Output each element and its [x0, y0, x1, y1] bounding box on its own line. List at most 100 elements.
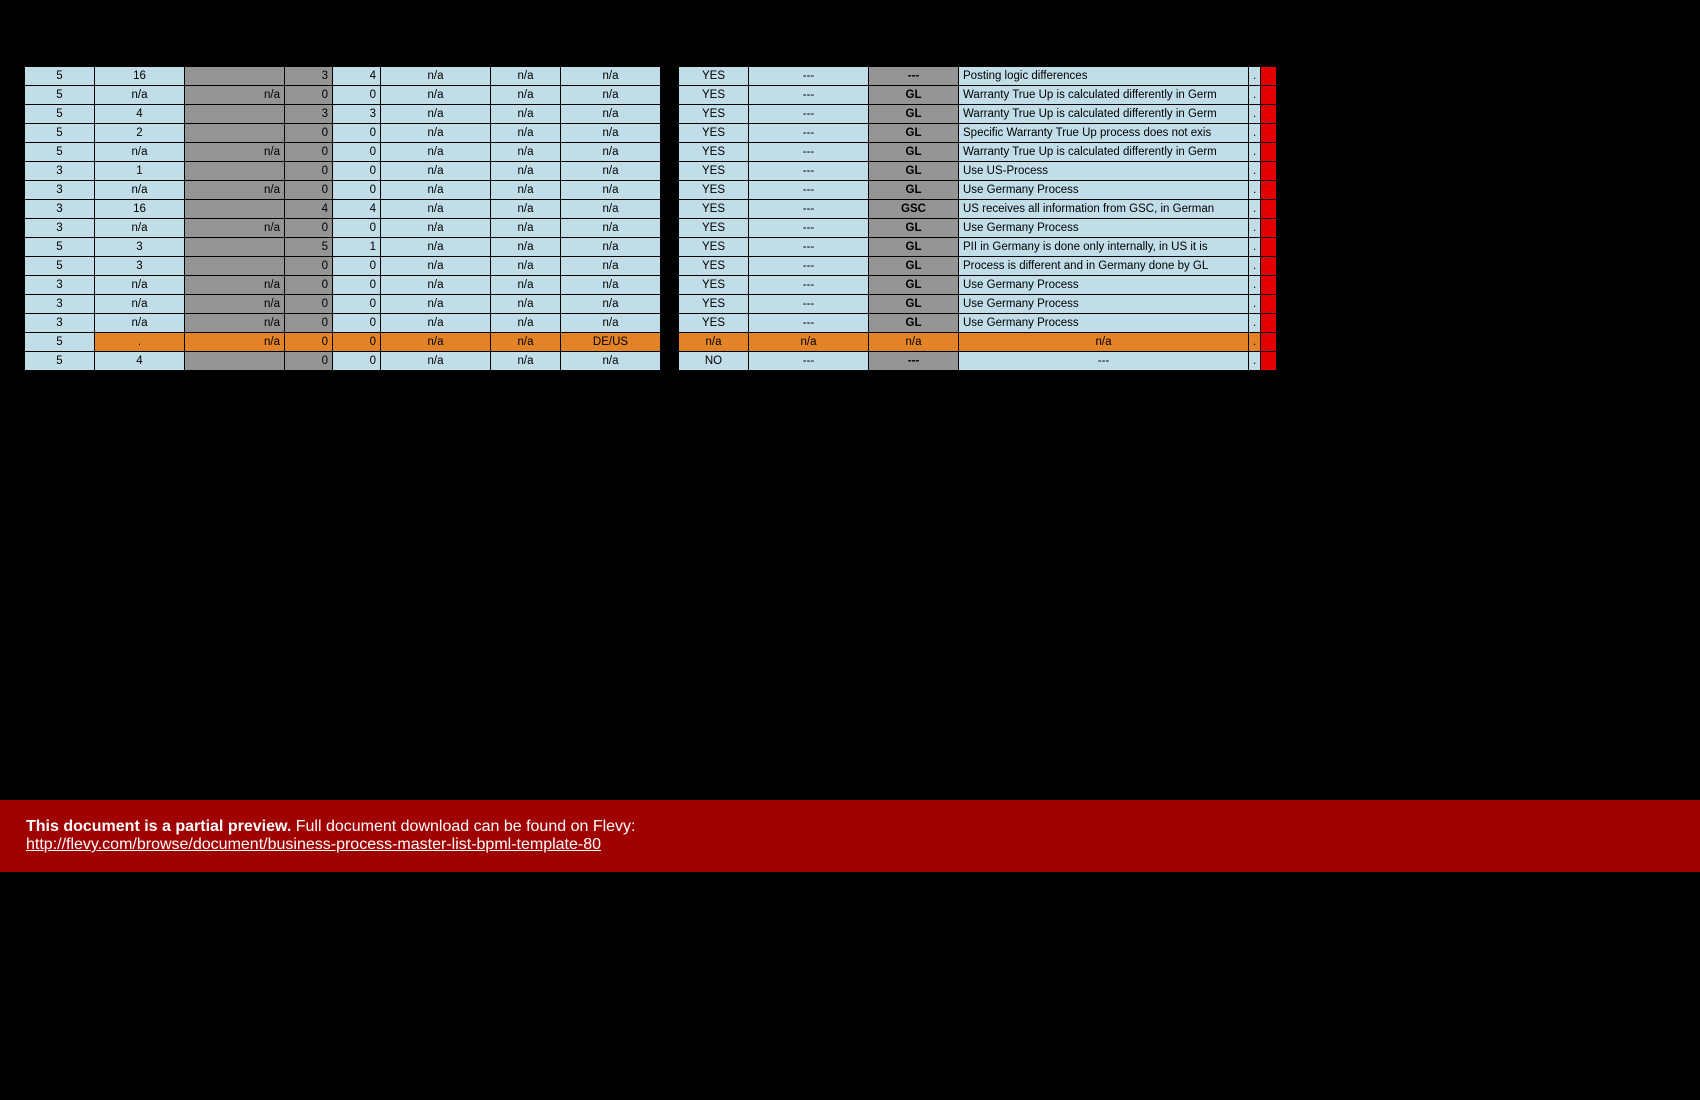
cell: 3 [95, 257, 185, 276]
cell: n/a [561, 276, 661, 295]
cell: n/a [381, 124, 491, 143]
cell: . [95, 333, 185, 352]
table-row: 5.n/a00n/an/aDE/USn/an/an/an/a. [25, 333, 1277, 352]
cell: n/a [561, 105, 661, 124]
cell: 4 [95, 352, 185, 371]
cell: n/a [561, 200, 661, 219]
cell [185, 124, 285, 143]
cell: 3 [285, 105, 333, 124]
table-row: 5n/an/a00n/an/an/aYES---GLWarranty True … [25, 86, 1277, 105]
cell [1261, 105, 1277, 124]
table-row: 5433n/an/an/aYES---GLWarranty True Up is… [25, 105, 1277, 124]
cell: 0 [285, 124, 333, 143]
cell: n/a [381, 238, 491, 257]
cell: 0 [333, 219, 381, 238]
cell: --- [959, 352, 1249, 371]
cell: n/a [561, 314, 661, 333]
cell: Use Germany Process [959, 276, 1249, 295]
cell: 16 [95, 67, 185, 86]
cell: n/a [381, 200, 491, 219]
cell: n/a [381, 162, 491, 181]
table-row: 3n/an/a00n/an/an/aYES---GLUse Germany Pr… [25, 181, 1277, 200]
cell: n/a [185, 333, 285, 352]
cell: --- [749, 238, 869, 257]
cell: n/a [491, 124, 561, 143]
cell: 3 [95, 238, 185, 257]
cell: n/a [491, 238, 561, 257]
cell: GL [869, 295, 959, 314]
cell: n/a [95, 86, 185, 105]
cell [661, 105, 679, 124]
cell: YES [679, 238, 749, 257]
cell [185, 238, 285, 257]
cell: n/a [491, 276, 561, 295]
cell: --- [869, 352, 959, 371]
cell: n/a [561, 181, 661, 200]
cell: n/a [381, 333, 491, 352]
cell [1261, 200, 1277, 219]
cell [661, 67, 679, 86]
cell: n/a [491, 67, 561, 86]
cell: --- [749, 276, 869, 295]
banner-link[interactable]: http://flevy.com/browse/document/busines… [26, 836, 601, 853]
cell: n/a [491, 162, 561, 181]
cell: --- [749, 86, 869, 105]
cell [661, 143, 679, 162]
cell: n/a [491, 314, 561, 333]
cell: . [1249, 105, 1261, 124]
cell: 3 [25, 295, 95, 314]
cell: n/a [869, 333, 959, 352]
cell: . [1249, 276, 1261, 295]
cell: DE/US [561, 333, 661, 352]
cell [661, 238, 679, 257]
cell: n/a [561, 257, 661, 276]
cell: 5 [25, 143, 95, 162]
table-row: 5n/an/a00n/an/an/aYES---GLWarranty True … [25, 143, 1277, 162]
table-row: 51634n/an/an/aYES------Posting logic dif… [25, 67, 1277, 86]
cell: 0 [333, 257, 381, 276]
cell: --- [749, 143, 869, 162]
cell [661, 352, 679, 371]
cell [1261, 124, 1277, 143]
cell: n/a [679, 333, 749, 352]
cell [1261, 181, 1277, 200]
cell: 3 [25, 200, 95, 219]
cell: Warranty True Up is calculated different… [959, 86, 1249, 105]
cell: Use Germany Process [959, 181, 1249, 200]
banner-text: Full document download can be found on F… [296, 818, 636, 835]
cell: n/a [491, 200, 561, 219]
cell: Use Germany Process [959, 295, 1249, 314]
cell: n/a [95, 276, 185, 295]
cell: YES [679, 314, 749, 333]
preview-banner: This document is a partial preview. Full… [0, 800, 1700, 872]
cell: n/a [185, 181, 285, 200]
cell: GL [869, 276, 959, 295]
cell: --- [869, 67, 959, 86]
cell: . [1249, 200, 1261, 219]
cell [661, 124, 679, 143]
cell: 0 [333, 276, 381, 295]
table-row: 3n/an/a00n/an/an/aYES---GLUse Germany Pr… [25, 219, 1277, 238]
cell: YES [679, 295, 749, 314]
cell [1261, 143, 1277, 162]
cell [1261, 86, 1277, 105]
cell: n/a [381, 219, 491, 238]
cell: . [1249, 314, 1261, 333]
cell: n/a [561, 295, 661, 314]
cell: --- [749, 181, 869, 200]
cell: n/a [381, 314, 491, 333]
cell: n/a [381, 143, 491, 162]
cell: n/a [491, 86, 561, 105]
cell: n/a [381, 181, 491, 200]
cell [1261, 67, 1277, 86]
cell: 5 [25, 333, 95, 352]
table-row: 5300n/an/an/aYES---GLProcess is differen… [25, 257, 1277, 276]
cell: 4 [333, 67, 381, 86]
cell: YES [679, 124, 749, 143]
cell: n/a [491, 181, 561, 200]
cell: YES [679, 86, 749, 105]
cell: . [1249, 67, 1261, 86]
cell: --- [749, 352, 869, 371]
cell: n/a [381, 352, 491, 371]
cell: n/a [381, 295, 491, 314]
